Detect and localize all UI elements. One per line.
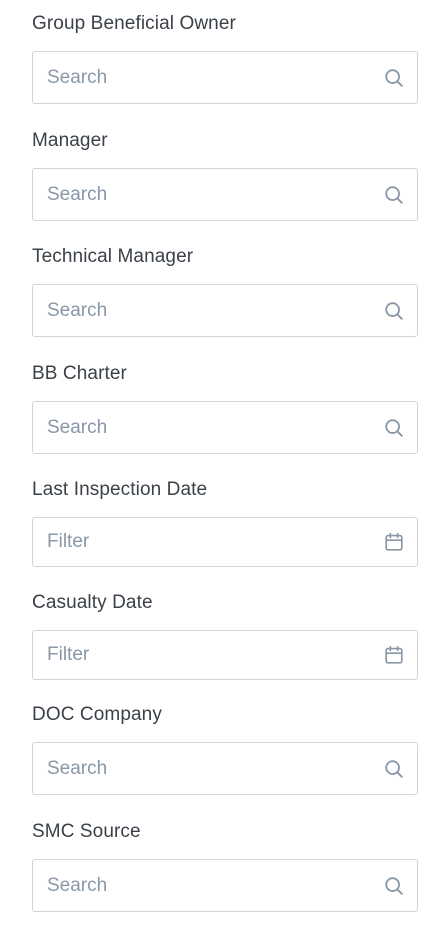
manager-search-input[interactable] [33, 169, 417, 220]
doc-company-search-box[interactable] [32, 742, 418, 795]
search-icon[interactable] [383, 758, 405, 780]
group-beneficial-owner-search-input[interactable] [33, 52, 417, 103]
last-inspection-date-filter-input[interactable] [33, 518, 417, 566]
technical-manager-search-input[interactable] [33, 285, 417, 336]
manager-label: Manager [32, 130, 108, 151]
technical-manager-search-box[interactable] [32, 284, 418, 337]
calendar-icon[interactable] [383, 644, 405, 666]
smc-source-label: SMC Source [32, 821, 141, 842]
bb-charter-field: BB Charter [32, 363, 418, 454]
smc-source-field: SMC Source [32, 821, 418, 912]
smc-source-search-input[interactable] [33, 860, 417, 911]
casualty-date-label: Casualty Date [32, 592, 153, 613]
manager-field: Manager [32, 130, 418, 221]
technical-manager-field: Technical Manager [32, 246, 418, 337]
last-inspection-date-field: Last Inspection Date [32, 479, 418, 567]
smc-source-search-box[interactable] [32, 859, 418, 912]
calendar-icon[interactable] [383, 531, 405, 553]
manager-search-box[interactable] [32, 168, 418, 221]
bb-charter-label: BB Charter [32, 363, 127, 384]
last-inspection-date-filter-box[interactable] [32, 517, 418, 567]
bb-charter-search-input[interactable] [33, 402, 417, 453]
doc-company-field: DOC Company [32, 704, 418, 795]
last-inspection-date-label: Last Inspection Date [32, 479, 208, 500]
technical-manager-label: Technical Manager [32, 246, 194, 267]
search-icon[interactable] [383, 300, 405, 322]
search-icon[interactable] [383, 184, 405, 206]
search-icon[interactable] [383, 875, 405, 897]
doc-company-search-input[interactable] [33, 743, 417, 794]
search-icon[interactable] [383, 417, 405, 439]
group-beneficial-owner-label: Group Beneficial Owner [32, 13, 236, 34]
bb-charter-search-box[interactable] [32, 401, 418, 454]
group-beneficial-owner-search-box[interactable] [32, 51, 418, 104]
doc-company-label: DOC Company [32, 704, 162, 725]
casualty-date-filter-box[interactable] [32, 630, 418, 680]
casualty-date-filter-input[interactable] [33, 631, 417, 679]
casualty-date-field: Casualty Date [32, 592, 418, 680]
search-icon[interactable] [383, 67, 405, 89]
group-beneficial-owner-field: Group Beneficial Owner [32, 13, 418, 104]
